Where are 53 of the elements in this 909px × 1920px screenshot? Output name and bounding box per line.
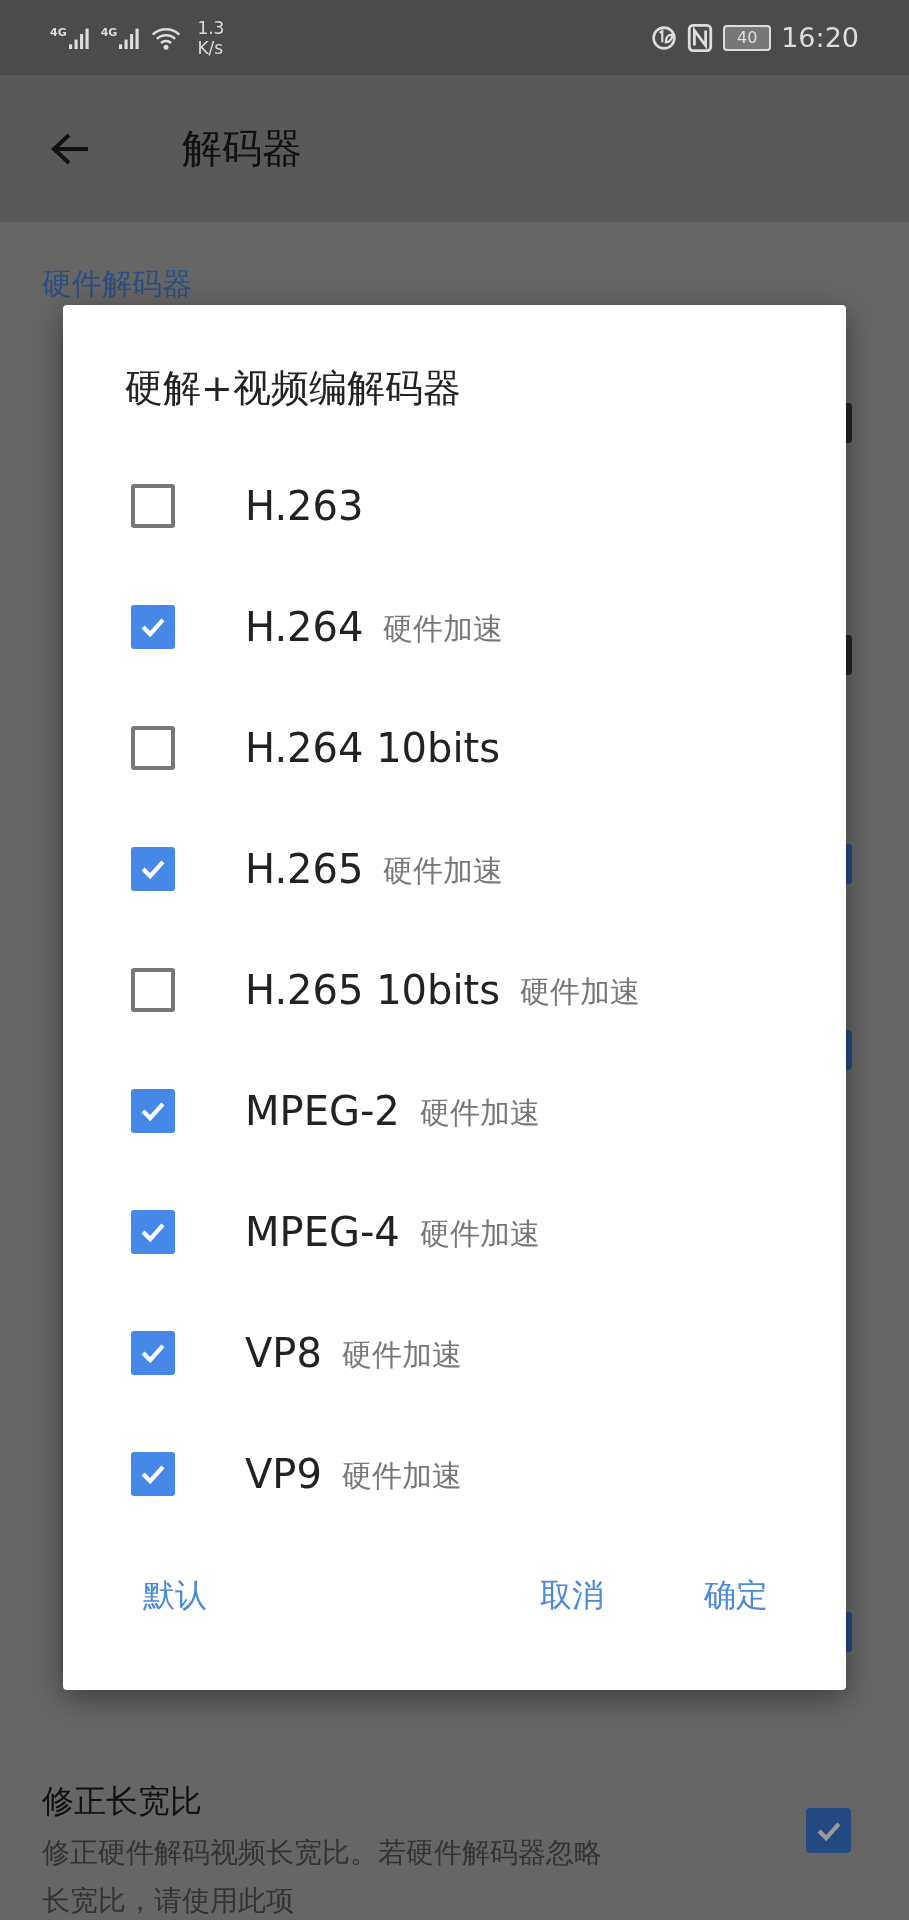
codec-option[interactable]: MPEG-2 硬件加速 [63, 1050, 846, 1171]
codec-tag: 硬件加速 [419, 1214, 540, 1255]
checkbox[interactable] [131, 604, 175, 649]
codec-tag: 硬件加速 [383, 609, 504, 650]
codec-name: VP8 [245, 1329, 322, 1376]
checkbox[interactable] [806, 1808, 851, 1853]
codec-option[interactable]: H.263 [63, 445, 846, 566]
codec-name: MPEG-4 [245, 1208, 400, 1255]
dialog-title: 硬解+视频编解码器 [124, 365, 462, 412]
codec-option[interactable]: H.264 硬件加速 [63, 566, 846, 687]
codec-tag: 硬件加速 [341, 1335, 462, 1376]
checkbox[interactable] [131, 725, 175, 770]
cancel-button[interactable]: 取消 [520, 1564, 624, 1628]
nfc-icon [687, 23, 714, 52]
codec-tag: 硬件加速 [341, 1456, 462, 1497]
control-edge[interactable] [846, 635, 852, 675]
back-icon[interactable] [50, 131, 90, 166]
codec-name: H.265 [245, 845, 364, 892]
checkbox[interactable] [131, 967, 175, 1012]
codec-name: H.263 [245, 482, 364, 529]
eco-icon [651, 23, 678, 52]
codec-option[interactable]: MPEG-4 硬件加速 [63, 1171, 846, 1292]
section-header: 硬件解码器 [42, 265, 193, 303]
checkbox[interactable] [131, 1209, 175, 1254]
ok-button[interactable]: 确定 [684, 1564, 788, 1628]
codec-option[interactable]: VP9 硬件加速 [63, 1413, 846, 1534]
codec-tag: 硬件加速 [419, 1093, 540, 1134]
codec-name: VP9 [245, 1450, 322, 1497]
codec-name: MPEG-2 [245, 1087, 400, 1134]
codec-name: H.264 10bits [245, 724, 501, 771]
setting-title: 修正长宽比 [42, 1781, 203, 1822]
codec-name: H.265 10bits [245, 966, 501, 1013]
checkbox[interactable] [131, 1088, 175, 1133]
network-speed: 1.3 [197, 17, 225, 38]
codec-option[interactable]: VP8 硬件加速 [63, 1292, 846, 1413]
codec-name: H.264 [245, 603, 364, 650]
speed-unit: K/s [197, 37, 225, 58]
checkbox[interactable] [131, 846, 175, 891]
control-edge[interactable] [846, 403, 852, 443]
default-button[interactable]: 默认 [123, 1564, 227, 1628]
network-label: 4G [50, 25, 67, 39]
codec-option[interactable]: H.264 10bits [63, 687, 846, 808]
codec-option[interactable]: H.265 硬件加速 [63, 808, 846, 929]
checkbox[interactable] [131, 1451, 175, 1496]
codec-tag: 硬件加速 [383, 851, 504, 892]
battery-level: 40 [737, 28, 758, 47]
page-title: 解码器 [182, 124, 302, 173]
checkbox[interactable] [131, 483, 175, 528]
codec-tag: 硬件加速 [520, 972, 641, 1013]
clock: 16:20 [781, 22, 859, 53]
network-label: 4G [100, 25, 118, 39]
codec-option[interactable]: H.265 10bits 硬件加速 [63, 929, 846, 1050]
checkbox[interactable] [131, 1330, 175, 1375]
